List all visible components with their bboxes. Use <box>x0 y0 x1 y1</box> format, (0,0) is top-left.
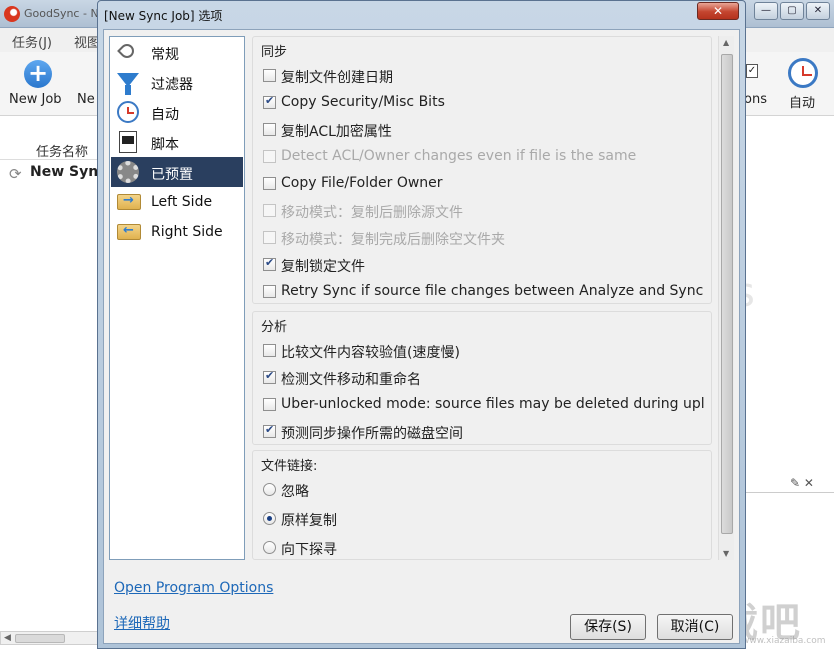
funnel-icon <box>117 73 139 95</box>
wrench-checklist-icon <box>117 41 137 61</box>
radio-label: 向下探寻 <box>281 542 337 558</box>
nav-item-label: 已预置 <box>151 167 193 183</box>
checklist-icon[interactable]: ✓ <box>746 64 758 78</box>
vertical-scrollbar[interactable]: ▲ ▼ <box>718 36 734 560</box>
folder-right-arrow-icon <box>117 193 141 210</box>
checkbox <box>263 231 276 244</box>
goodsync-logo-icon <box>4 6 20 22</box>
options-nav-list: 常规 过滤器 自动 脚本 已预置 Left Side <box>109 36 245 560</box>
pencil-close-icon[interactable]: ✎ ✕ <box>790 476 814 490</box>
checkbox <box>263 204 276 217</box>
checkbox-label: 移动模式：复制完成后删除空文件夹 <box>281 232 505 248</box>
sync-refresh-icon: ⟳ <box>9 165 22 183</box>
main-window-controls: — ▢ ✕ <box>754 2 830 20</box>
auto-button[interactable]: 自动 <box>789 92 815 111</box>
scroll-thumb[interactable] <box>15 634 65 643</box>
options-dialog: [New Sync Job] 选项 ✕ 常规 过滤器 自动 脚本 已预置 → L… <box>97 0 746 649</box>
radio-button[interactable] <box>263 541 276 554</box>
checkbox-label: 检测文件移动和重命名 <box>281 372 421 388</box>
cancel-button[interactable]: 取消(C) <box>657 614 733 640</box>
checkbox[interactable] <box>263 285 276 298</box>
nav-item-general[interactable]: 常规 <box>111 37 243 67</box>
clock-icon <box>117 101 139 123</box>
checkbox[interactable] <box>263 344 276 357</box>
nav-item-label: 脚本 <box>151 137 179 153</box>
plus-circle-icon[interactable]: + <box>24 60 52 88</box>
checkbox-label: 预测同步操作所需的磁盘空间 <box>281 426 463 442</box>
nav-item-script[interactable]: 脚本 <box>111 127 243 157</box>
save-button[interactable]: 保存(S) <box>570 614 646 640</box>
checkbox-label: 复制锁定文件 <box>281 259 365 275</box>
group-sync: 同步 复制文件创建日期 Copy Security/Misc Bits 复制AC… <box>252 36 712 304</box>
main-close-button[interactable]: ✕ <box>806 2 830 20</box>
menu-task[interactable]: 任务(J) <box>12 32 52 51</box>
clock-icon[interactable] <box>788 58 818 88</box>
checkbox-label: Detect ACL/Owner changes even if file is… <box>281 148 637 164</box>
radio-label: 忽略 <box>281 484 309 500</box>
nav-item-right-side[interactable]: Right Side <box>111 217 243 247</box>
radio-button[interactable] <box>263 483 276 496</box>
radio-button[interactable] <box>263 512 276 525</box>
group-title: 文件链接: <box>261 459 318 474</box>
open-program-options-link[interactable]: Open Program Options <box>114 580 273 596</box>
job-list-item[interactable]: New Syn <box>30 164 98 180</box>
horizontal-scrollbar[interactable]: ◀ <box>0 631 100 645</box>
script-icon <box>119 131 137 153</box>
nav-item-advanced[interactable]: 已预置 <box>111 157 243 187</box>
nav-item-auto[interactable]: 自动 <box>111 97 243 127</box>
nav-item-filter[interactable]: 过滤器 <box>111 67 243 97</box>
checkbox[interactable] <box>263 123 276 136</box>
checkbox[interactable] <box>263 94 276 109</box>
group-title: 同步 <box>261 45 288 60</box>
minimize-button[interactable]: — <box>754 2 778 20</box>
gear-icon <box>117 161 139 183</box>
checkbox[interactable] <box>263 256 276 271</box>
dialog-title: [New Sync Job] 选项 <box>104 9 223 23</box>
group-title: 分析 <box>261 320 288 335</box>
nav-item-left-side[interactable]: Left Side <box>111 187 243 217</box>
checkbox-label: 复制ACL加密属性 <box>281 124 392 140</box>
watermark-url: www.xiazaiba.com <box>742 636 826 646</box>
checkbox[interactable] <box>263 177 276 190</box>
dialog-body: 常规 过滤器 自动 脚本 已预置 Left Side <box>103 29 740 644</box>
checkbox-label: Copy File/Folder Owner <box>281 175 443 191</box>
nav-item-label: 常规 <box>151 47 179 63</box>
checkbox-label: 比较文件内容较验值(速度慢) <box>281 345 460 361</box>
nav-item-label: Left Side <box>151 194 213 210</box>
folder-left-arrow-icon <box>117 223 141 240</box>
checkbox-label: Copy Security/Misc Bits <box>281 94 445 110</box>
group-file-links: 文件链接: 忽略 原样复制 向下探寻 <box>252 450 712 560</box>
new-job-button[interactable]: New Job <box>9 92 62 107</box>
checkbox[interactable] <box>263 69 276 82</box>
divider <box>744 492 834 493</box>
nav-item-label: 过滤器 <box>151 77 193 93</box>
group-analyze: 分析 比较文件内容较验值(速度慢) 检测文件移动和重命名 Uber-unlock… <box>252 311 712 445</box>
job-list-header: 任务名称 <box>0 138 100 160</box>
scroll-up-arrow-icon[interactable]: ▲ <box>723 38 729 47</box>
scroll-thumb[interactable] <box>721 54 733 534</box>
checkbox <box>263 150 276 163</box>
checkbox-label: 移动模式：复制后删除源文件 <box>281 205 463 221</box>
scroll-down-arrow-icon[interactable]: ▼ <box>723 549 729 558</box>
nav-item-label: Right Side <box>151 224 223 240</box>
maximize-button[interactable]: ▢ <box>780 2 804 20</box>
main-window-title: GoodSync - N <box>24 7 99 20</box>
checkbox-label: Uber-unlocked mode: source files may be … <box>281 396 705 412</box>
nav-item-label: 自动 <box>151 107 179 123</box>
checkbox[interactable] <box>263 398 276 411</box>
help-link[interactable]: 详细帮助 <box>114 613 170 633</box>
dialog-close-button[interactable]: ✕ <box>697 2 739 20</box>
toolbar-partial-button[interactable]: Ne <box>77 92 95 107</box>
settings-panel: 同步 复制文件创建日期 Copy Security/Misc Bits 复制AC… <box>252 36 712 560</box>
checkbox-label: Retry Sync if source file changes betwee… <box>281 283 704 299</box>
checkbox[interactable] <box>263 423 276 438</box>
column-task-name[interactable]: 任务名称 <box>36 141 88 160</box>
checkbox-label: 复制文件创建日期 <box>281 70 393 86</box>
radio-label: 原样复制 <box>281 513 337 529</box>
checkbox[interactable] <box>263 369 276 384</box>
scroll-left-arrow-icon[interactable]: ◀ <box>4 633 11 643</box>
options-button[interactable]: ons <box>744 92 767 107</box>
